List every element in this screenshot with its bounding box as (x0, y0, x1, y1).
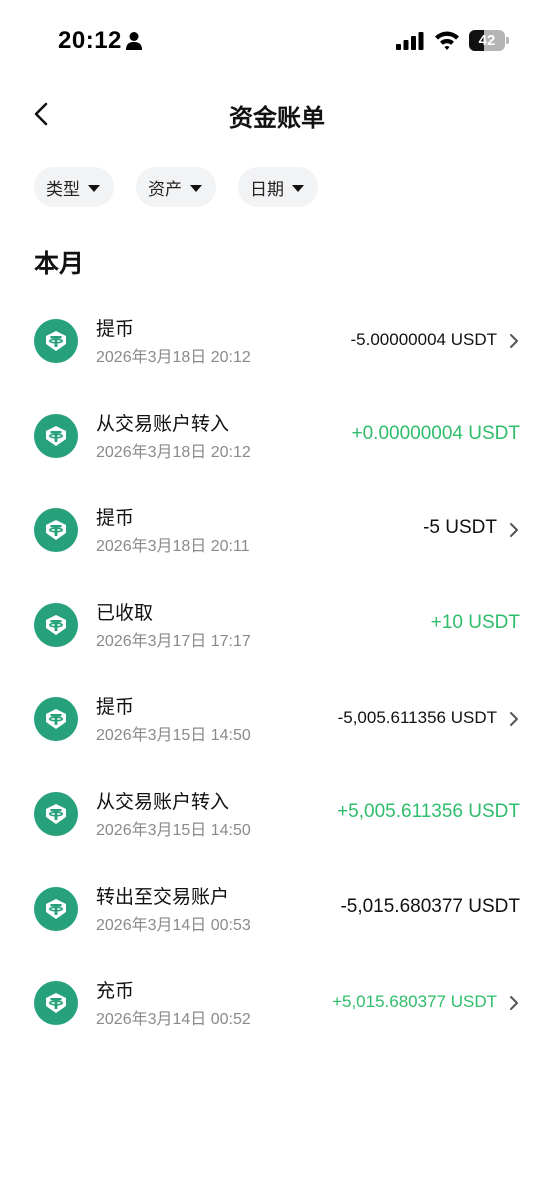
status-bar: 20:12 42 (0, 0, 554, 84)
transaction-amount: -5,015.680377 USDT (340, 895, 520, 917)
transaction-row[interactable]: 从交易账户转入 2026年3月18日 20:12 +0.00000004 USDT (0, 389, 554, 484)
transaction-time: 2026年3月18日 20:11 (96, 538, 250, 556)
transaction-amount: +10 USDT (430, 611, 520, 633)
tether-usdt-icon (34, 508, 78, 553)
transaction-amount: -5 USDT (423, 517, 497, 539)
tether-usdt-icon (34, 413, 78, 458)
transaction-row[interactable]: 充币 2026年3月14日 00:52 +5,015.680377 USDT (0, 956, 554, 1051)
filter-type-button[interactable]: 类型 (34, 167, 114, 207)
chevron-right-icon (508, 994, 520, 1012)
status-time: 20:12 (58, 27, 122, 54)
transaction-amount: -5.00000004 USDT (350, 330, 497, 349)
transaction-row[interactable]: 提币 2026年3月15日 14:50 -5,005.611356 USDT (0, 672, 554, 767)
transaction-time: 2026年3月18日 20:12 (96, 349, 251, 366)
transaction-list: 提币 2026年3月18日 20:12 -5.00000004 USDT 从交易账户转… (0, 294, 554, 1051)
transaction-amount: +5,005.611356 USDT (337, 800, 520, 822)
transaction-type: 已收取 (96, 602, 154, 624)
tether-usdt-icon (34, 697, 78, 742)
chevron-right-icon (508, 521, 520, 539)
transaction-time: 2026年3月17日 17:17 (96, 632, 251, 650)
tether-usdt-icon (34, 981, 78, 1026)
filter-label: 类型 (46, 179, 80, 199)
transaction-time: 2026年3月14日 00:52 (96, 1011, 251, 1029)
transaction-row[interactable]: 提币 2026年3月18日 20:11 -5 USDT (0, 483, 554, 578)
chevron-right-icon (508, 710, 520, 728)
filter-asset-button[interactable]: 资产 (136, 167, 216, 207)
battery-indicator: 42 (469, 30, 509, 51)
transaction-amount: -5,005.611356 USDT (337, 708, 497, 728)
transaction-row[interactable]: 已收取 2026年3月17日 17:17 +10 USDT (0, 578, 554, 673)
tether-usdt-icon (34, 886, 78, 931)
transaction-type: 充币 (96, 981, 135, 1003)
transaction-row[interactable]: 提币 2026年3月18日 20:12 -5.00000004 USDT (0, 294, 554, 389)
transaction-amount: +5,015.680377 USDT (332, 992, 497, 1012)
filter-label: 日期 (250, 179, 284, 199)
transaction-type: 提币 (96, 319, 135, 340)
transaction-row[interactable]: 转出至交易账户 2026年3月14日 00:53 -5,015.680377 USD… (0, 862, 554, 957)
transaction-time: 2026年3月18日 20:12 (96, 443, 251, 461)
transaction-type: 从交易账户转入 (96, 413, 230, 435)
battery-level: 42 (478, 32, 496, 49)
transaction-type: 提币 (96, 697, 135, 719)
filter-date-button[interactable]: 日期 (238, 167, 318, 207)
tether-usdt-icon (34, 602, 78, 647)
filter-label: 资产 (148, 179, 182, 199)
tether-usdt-icon (34, 319, 78, 363)
filter-bar: 类型 资产 日期 (34, 167, 318, 207)
caret-down-icon (292, 184, 304, 192)
page-title: 资金账单 (229, 105, 325, 132)
transaction-type: 从交易账户转入 (96, 791, 230, 813)
wifi-icon (435, 31, 459, 50)
transaction-time: 2026年3月15日 14:50 (96, 727, 251, 745)
transaction-type: 转出至交易账户 (96, 886, 230, 908)
transaction-type: 提币 (96, 508, 135, 530)
section-title: 本月 (34, 250, 85, 278)
caret-down-icon (190, 184, 202, 192)
header: 资金账单 (0, 84, 554, 144)
person-icon (126, 32, 142, 50)
transaction-time: 2026年3月14日 00:53 (96, 916, 251, 934)
caret-down-icon (88, 184, 100, 192)
transaction-amount: +0.00000004 USDT (351, 422, 520, 444)
transaction-row[interactable]: 从交易账户转入 2026年3月15日 14:50 +5,005.611356 USD… (0, 767, 554, 862)
tether-usdt-icon (34, 791, 78, 836)
transaction-time: 2026年3月15日 14:50 (96, 821, 251, 839)
chevron-right-icon (508, 332, 520, 350)
signal-icon (396, 32, 424, 50)
